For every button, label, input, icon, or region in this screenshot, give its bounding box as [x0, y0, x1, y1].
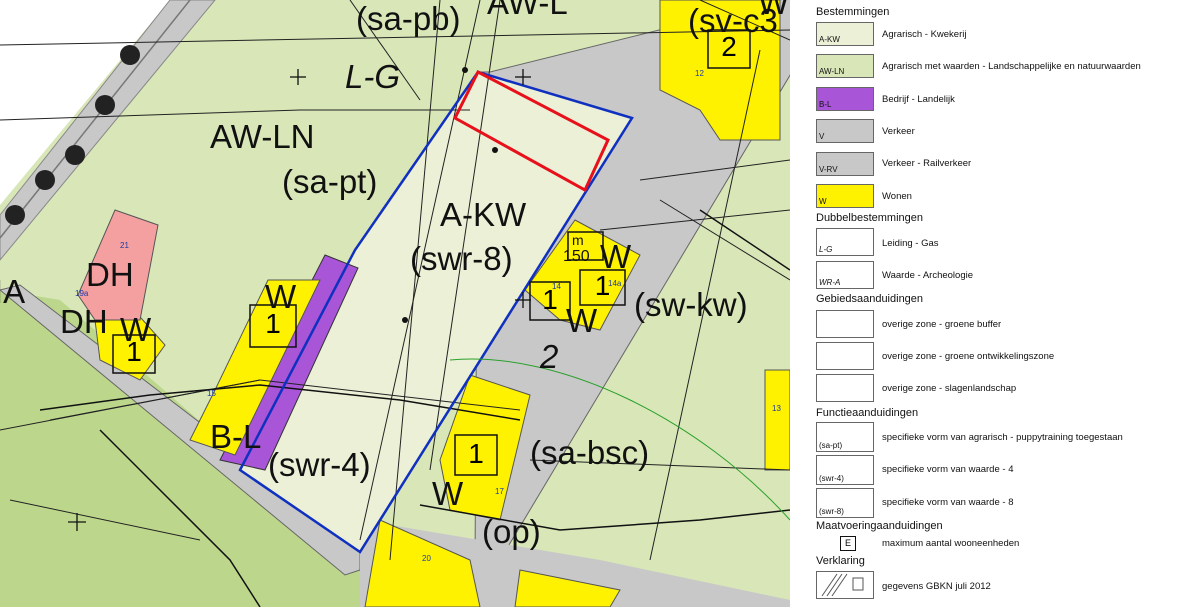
gbkn-hatch-icon	[821, 573, 864, 597]
house-number: 17	[495, 487, 504, 496]
label-aw-ln: AW-LN	[210, 118, 315, 155]
legend-text-slagenlandschap: overige zone - slagenlandschap	[882, 383, 1017, 394]
legend-heading-verklaring: Verklaring	[816, 555, 865, 567]
swatch-vrv: V-RV	[816, 152, 874, 176]
label-swr4: (swr-4)	[268, 446, 371, 483]
label-m: m	[572, 232, 584, 248]
legend-text-vrv: Verkeer - Railverkeer	[882, 158, 972, 169]
swatch-sa-pt: (sa-pt)	[816, 422, 874, 452]
legend-text-e: maximum aantal wooneenheden	[882, 538, 1020, 549]
legend-text-lg: Leiding - Gas	[882, 238, 939, 249]
white-area	[0, 0, 170, 205]
legend-text-v: Verkeer	[882, 126, 915, 137]
legend-text-awln: Agrarisch met waarden - Landschappelijke…	[882, 61, 1141, 72]
label-h150: 150	[563, 248, 590, 265]
swatch-groene-ontwikkeling	[816, 342, 874, 370]
swatch-awln: AW-LN	[816, 54, 874, 78]
legend-text-swr8: specifieke vorm van waarde - 8	[882, 497, 1014, 508]
wonen-far-right	[764, 369, 790, 471]
swatch-wra: WR-A	[816, 261, 874, 289]
label-op: (op)	[482, 513, 541, 550]
box-r1: 1	[542, 284, 558, 315]
label-sa-bsc: (sa-bsc)	[530, 434, 650, 471]
swatch-slagenlandschap	[816, 374, 874, 402]
legend-text-swr4: specifieke vorm van waarde - 4	[882, 464, 1014, 475]
label-w-bottom: W	[432, 475, 464, 512]
label-sw-kw: (sw-kw)	[634, 286, 748, 323]
zoning-map[interactable]: (sa-pb) AW-L (sv-c3 W L-G AW-LN (sa-pt) …	[0, 0, 790, 607]
legend-text-wra: Waarde - Archeologie	[882, 270, 974, 281]
swatch-v: V	[816, 119, 874, 143]
label-aw-l: AW-L	[487, 0, 568, 21]
house-number: 13	[772, 404, 781, 413]
house-number: 14a	[608, 279, 622, 288]
house-number: 12	[695, 69, 704, 78]
swatch-lg: L-G	[816, 228, 874, 256]
legend-text-groene-ontwikkeling: overige zone - groene ontwikkelingszone	[882, 351, 1055, 362]
house-number: 21	[120, 241, 129, 250]
label-w-right2: W	[566, 302, 598, 339]
legend-text-groene-buffer: overige zone - groene buffer	[882, 319, 1002, 330]
label-two: 2	[540, 338, 559, 375]
label-w-right1: W	[600, 238, 632, 275]
legend-text-akw: Agrarisch - Kwekerij	[882, 29, 967, 40]
legend-text-bl: Bedrijf - Landelijk	[882, 94, 955, 105]
legend-text-sa-pt: specifieke vorm van agrarisch - puppytra…	[882, 432, 1123, 443]
house-number: 14	[552, 282, 561, 291]
label-swr8: (swr-8)	[410, 240, 513, 277]
label-dh2: DH	[60, 303, 108, 340]
label-ia: IA	[0, 273, 26, 310]
legend-heading-dubbel: Dubbelbestemmingen	[816, 212, 924, 224]
label-w-top: W	[758, 0, 790, 21]
swatch-akw: A-KW	[816, 22, 874, 46]
legend-text-w: Wonen	[882, 191, 912, 202]
legend-text-gbkn: gegevens GBKN juli 2012	[882, 581, 991, 592]
map-legend: Bestemmingen A-KW Agrarisch - Kwekerij A…	[790, 0, 1181, 607]
swatch-swr4: (swr-4)	[816, 455, 874, 485]
swatch-w: W	[816, 184, 874, 208]
legend-heading-bestemmingen: Bestemmingen	[816, 6, 890, 18]
label-lg: L-G	[345, 58, 401, 95]
box-left: 1	[265, 308, 281, 339]
label-dh1: DH	[86, 256, 134, 293]
swatch-e: E	[840, 536, 856, 551]
box-dh: 1	[126, 336, 142, 367]
swatch-swr8: (swr-8)	[816, 488, 874, 518]
house-number: 19a	[75, 289, 89, 298]
swatch-gbkn	[816, 571, 874, 599]
legend-heading-functie: Functieaanduidingen	[816, 407, 919, 419]
house-number: 20	[422, 554, 431, 563]
legend-heading-maat: Maatvoeringaanduidingen	[816, 520, 943, 532]
swatch-bl: B-L	[816, 87, 874, 111]
swatch-groene-buffer	[816, 310, 874, 338]
label-sa-pt: (sa-pt)	[282, 163, 378, 200]
label-bl: B-L	[210, 418, 262, 455]
label-sa-pb: (sa-pb)	[356, 0, 461, 37]
box-top: 2	[721, 31, 737, 62]
box-bsc: 1	[468, 438, 484, 469]
house-number: 15	[207, 389, 216, 398]
legend-heading-gebied: Gebiedsaanduidingen	[816, 293, 924, 305]
label-akw: A-KW	[440, 196, 527, 233]
